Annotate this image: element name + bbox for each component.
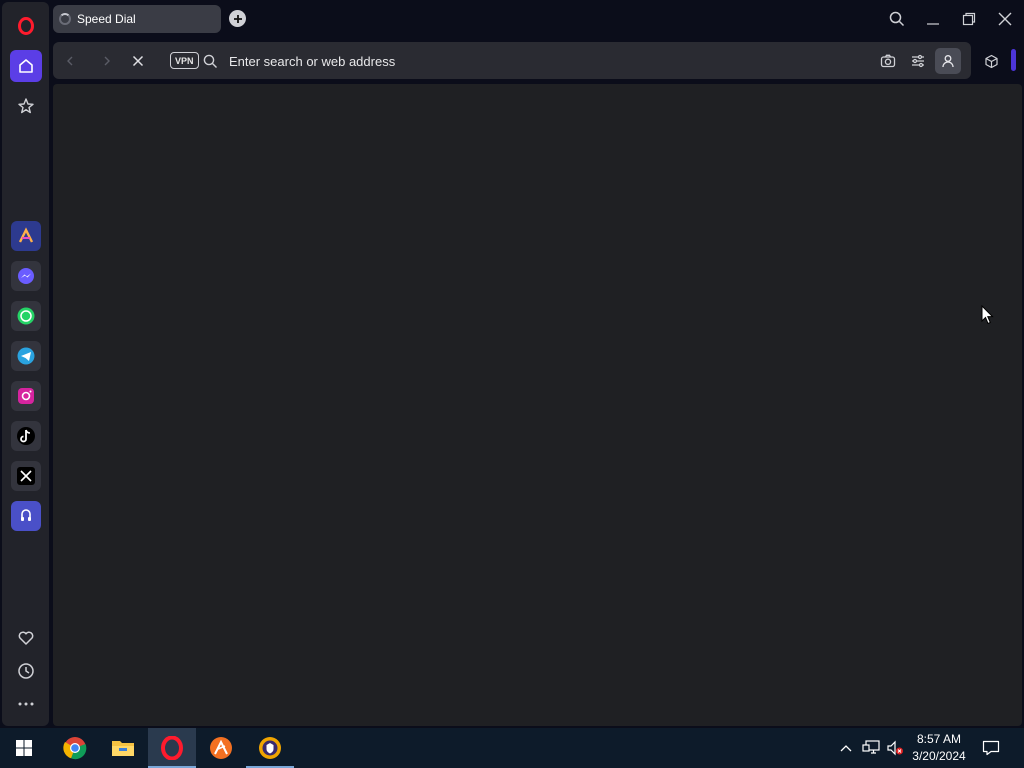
- notification-icon: [982, 740, 1000, 756]
- address-input[interactable]: [229, 51, 849, 71]
- user-icon: [942, 55, 954, 68]
- mouse-cursor-icon: [981, 304, 995, 330]
- show-hidden-icons-button[interactable]: [836, 728, 856, 768]
- taskbar-chrome[interactable]: [51, 728, 99, 768]
- sliders-icon: [912, 54, 924, 68]
- x-icon[interactable]: [11, 461, 41, 491]
- search-tabs-button[interactable]: [884, 6, 910, 32]
- sidebar: [2, 2, 49, 726]
- address-search-icon-wrap: [197, 48, 223, 74]
- volume-muted-icon: [887, 740, 903, 756]
- tab-speed-dial[interactable]: Speed Dial: [53, 5, 221, 33]
- new-tab-button[interactable]: [229, 10, 246, 27]
- windows-start-icon: [16, 740, 32, 756]
- app-icon: [210, 737, 232, 759]
- chevron-up-icon: [840, 745, 852, 752]
- tab-title: Speed Dial: [77, 12, 136, 26]
- opera-icon: [161, 736, 183, 760]
- star-icon[interactable]: [10, 90, 42, 122]
- taskbar-opera[interactable]: [148, 728, 196, 768]
- minimize-icon: [927, 23, 939, 25]
- restore-icon: [962, 12, 976, 26]
- clock-date: 3/20/2024: [912, 749, 966, 763]
- easy-setup-button[interactable]: [905, 48, 931, 74]
- sidebar-panel-indicator[interactable]: [1011, 49, 1016, 71]
- profile-button[interactable]: [935, 48, 961, 74]
- volume-button[interactable]: [884, 728, 906, 768]
- whatsapp-icon[interactable]: [11, 301, 41, 331]
- clock-time: 8:57 AM: [916, 732, 962, 746]
- minimize-button[interactable]: [920, 6, 946, 32]
- chevron-right-icon: [104, 56, 110, 66]
- back-button[interactable]: [57, 48, 83, 74]
- network-button[interactable]: [860, 728, 882, 768]
- camera-icon: [880, 54, 896, 68]
- opera-logo-icon[interactable]: [10, 10, 42, 42]
- loading-spinner-icon: [59, 13, 71, 25]
- close-icon: [998, 12, 1012, 26]
- cube-icon: [984, 54, 998, 68]
- messenger-icon[interactable]: [11, 261, 41, 291]
- taskbar-vpn-app[interactable]: [246, 728, 294, 768]
- address-toolbar: VPN: [53, 42, 971, 79]
- stop-loading-button[interactable]: [125, 48, 151, 74]
- snapshot-button[interactable]: [875, 48, 901, 74]
- taskbar-file-explorer[interactable]: [99, 728, 147, 768]
- file-explorer-icon: [112, 741, 134, 756]
- chrome-icon: [63, 737, 87, 760]
- more-icon[interactable]: [10, 688, 42, 720]
- restore-button[interactable]: [956, 6, 982, 32]
- forward-button[interactable]: [94, 48, 120, 74]
- vpn-badge[interactable]: VPN: [170, 52, 199, 69]
- tiktok-icon[interactable]: [11, 421, 41, 451]
- chevron-left-icon: [67, 56, 73, 66]
- taskbar-app[interactable]: [197, 728, 245, 768]
- search-icon: [889, 11, 905, 27]
- heart-icon[interactable]: [10, 622, 42, 654]
- plus-icon: [233, 14, 242, 23]
- search-icon: [203, 54, 217, 68]
- close-button[interactable]: [992, 6, 1018, 32]
- home-icon[interactable]: [10, 50, 42, 82]
- music-player-icon[interactable]: [11, 501, 41, 531]
- system-clock[interactable]: 8:57 AM 3/20/2024: [904, 731, 974, 765]
- instagram-icon[interactable]: [11, 381, 41, 411]
- history-icon[interactable]: [10, 655, 42, 687]
- page-content: [53, 84, 1022, 726]
- taskbar: 8:57 AM 3/20/2024: [0, 728, 1024, 768]
- windows-start-button[interactable]: [0, 728, 48, 768]
- close-icon: [132, 55, 144, 67]
- vpn-app-icon: [259, 737, 281, 759]
- extensions-button[interactable]: [978, 48, 1004, 74]
- network-icon: [862, 740, 880, 754]
- notifications-button[interactable]: [980, 728, 1002, 768]
- aria-icon[interactable]: [11, 221, 41, 251]
- telegram-icon[interactable]: [11, 341, 41, 371]
